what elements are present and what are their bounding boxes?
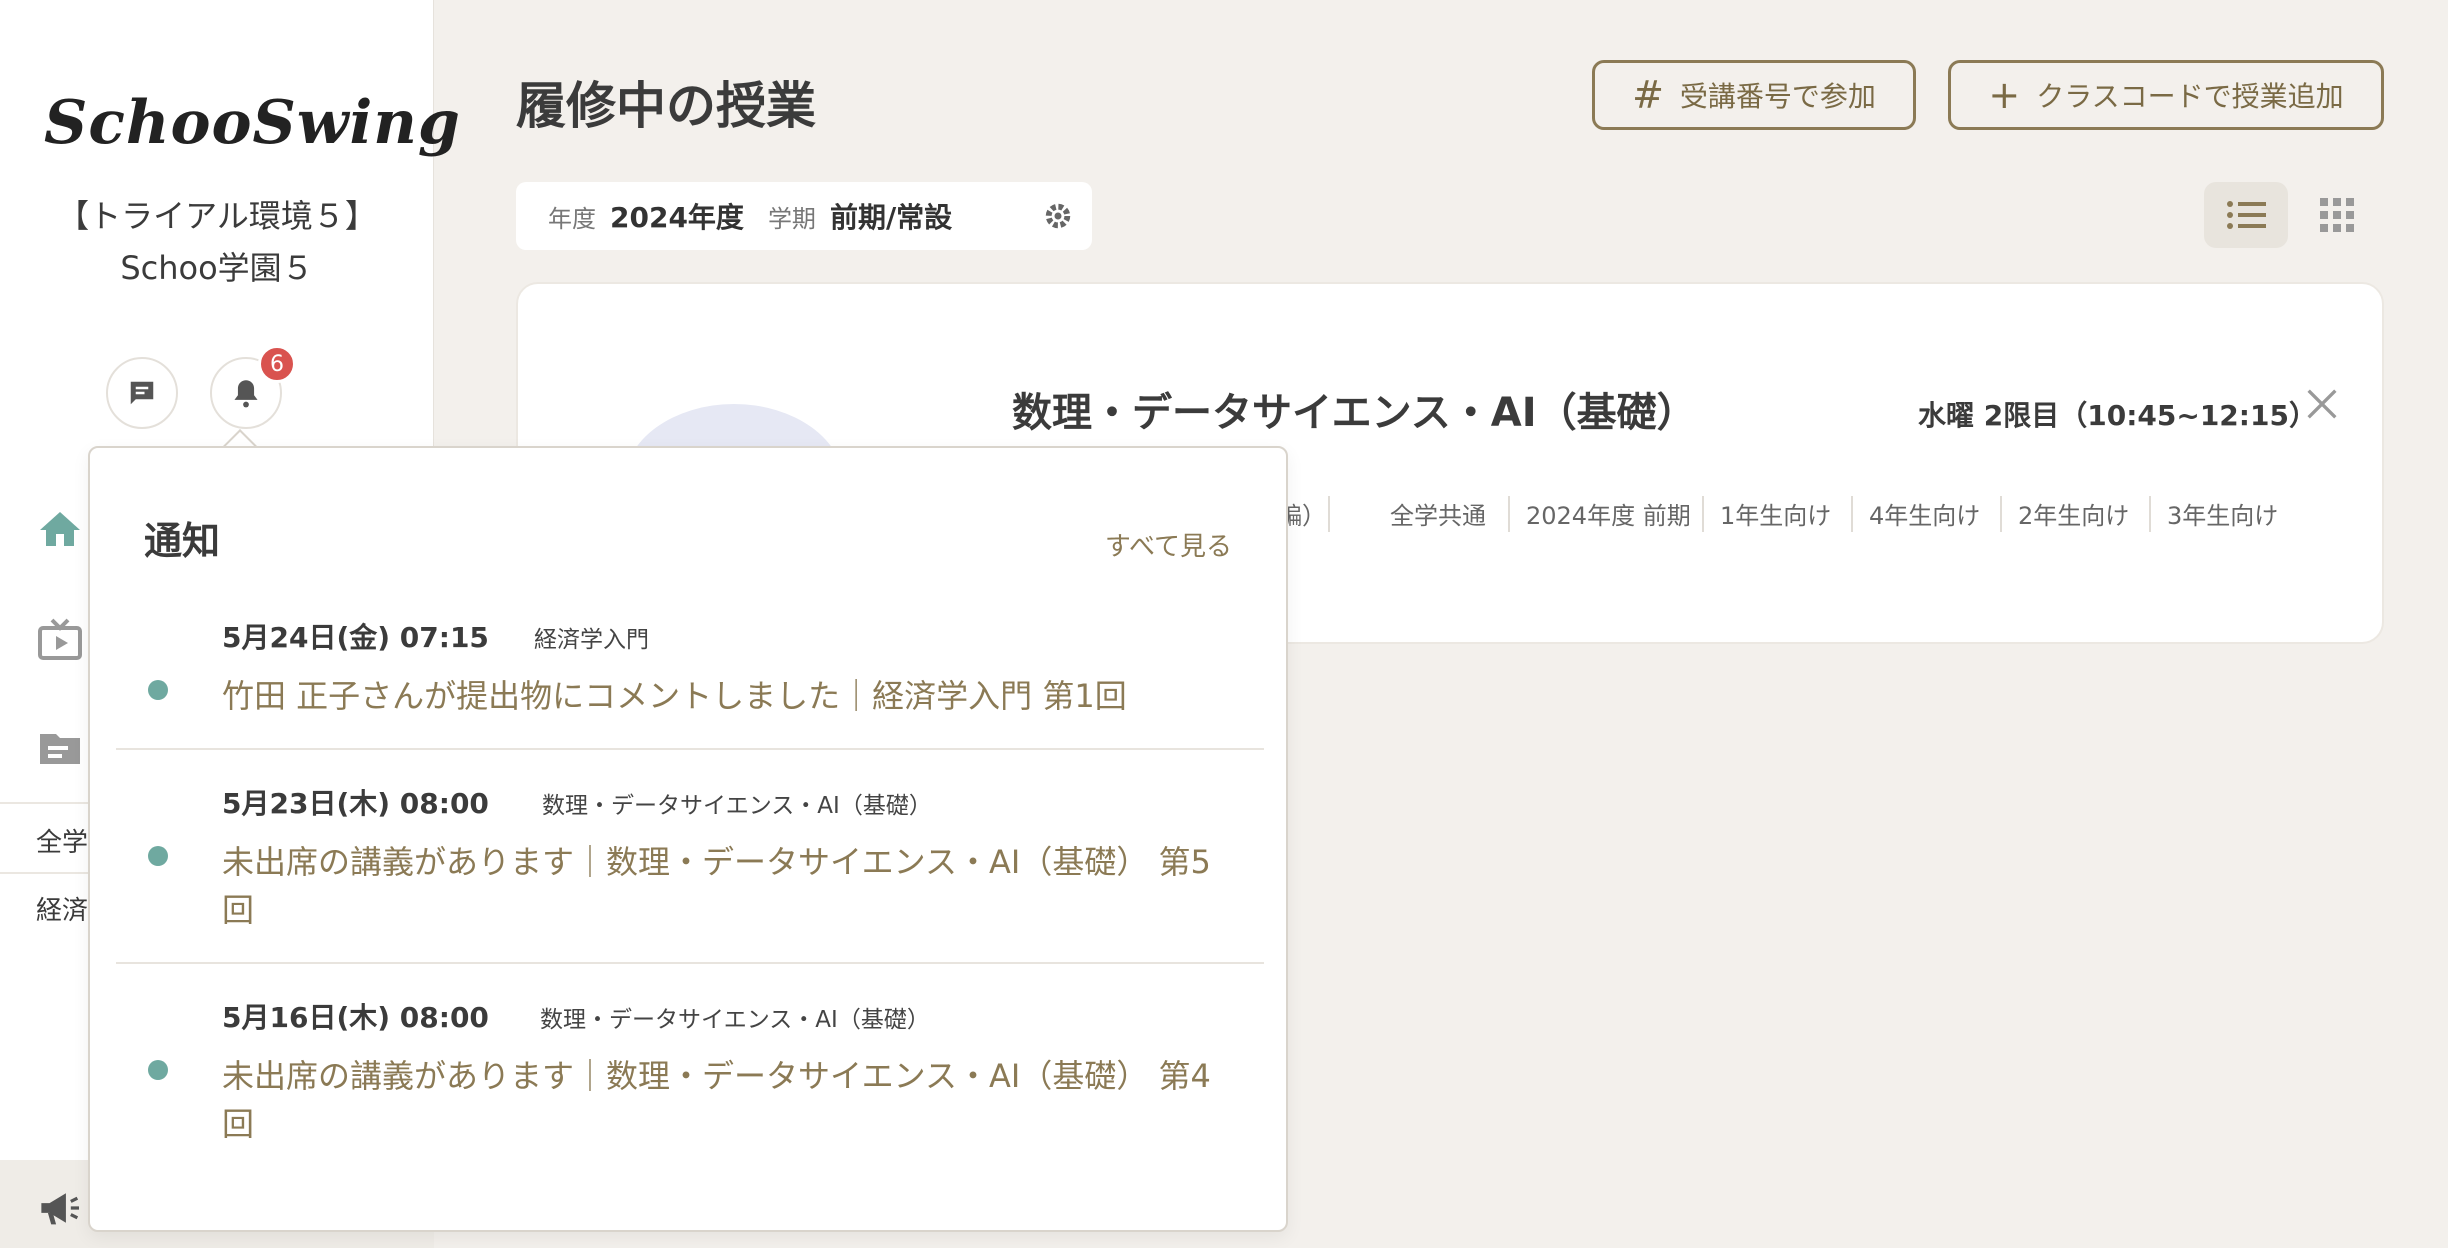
- chat-icon: [130, 381, 154, 405]
- list-icon: [2227, 201, 2266, 229]
- notification-message[interactable]: 竹田 正子さんが提出物にコメントしました｜経済学入門 第1回: [222, 672, 1222, 720]
- year-value: 2024年度: [610, 201, 744, 234]
- notification-item[interactable]: 5月23日(木) 08:00 数理・データサイエンス・AI（基礎） 未出席の講義…: [116, 782, 1264, 932]
- tag-divider: [1508, 496, 1510, 532]
- notification-date: 5月23日(木) 08:00: [222, 787, 489, 820]
- notification-item[interactable]: 5月16日(木) 08:00 数理・データサイエンス・AI（基礎） 未出席の講義…: [116, 996, 1264, 1146]
- page-title: 履修中の授業: [516, 77, 816, 135]
- notification-popup: 通知 すべて見る 5月24日(金) 07:15 経済学入門 竹田 正子さんが提出…: [88, 446, 1288, 1232]
- notification-course: 経済学入門: [534, 627, 649, 653]
- add-button-label: クラスコードで授業追加: [2036, 80, 2344, 113]
- course-tag: 1年生向け: [1720, 502, 1832, 530]
- notification-course: 数理・データサイエンス・AI（基礎）: [540, 1007, 930, 1033]
- messages-button[interactable]: [106, 357, 178, 429]
- tag-divider: [1702, 496, 1704, 532]
- year-label: 年度: [548, 204, 596, 233]
- join-button-label: 受講番号で参加: [1679, 80, 1876, 113]
- sidebar-category[interactable]: 全学: [36, 822, 88, 859]
- notification-divider: [116, 962, 1264, 964]
- tag-divider: [1851, 496, 1853, 532]
- term-label: 学期: [767, 204, 816, 233]
- folder-icon[interactable]: [36, 724, 84, 772]
- unread-dot: [148, 1060, 168, 1080]
- tag-divider: [2000, 496, 2002, 532]
- notification-date: 5月24日(金) 07:15: [222, 621, 489, 654]
- close-icon[interactable]: [2302, 384, 2342, 424]
- home-icon[interactable]: [36, 506, 84, 554]
- unread-dot: [148, 680, 168, 700]
- see-all-link[interactable]: すべて見る: [1105, 526, 1232, 563]
- course-title[interactable]: 数理・データサイエンス・AI（基礎）: [1012, 380, 1697, 438]
- tag-divider: [2149, 496, 2151, 532]
- megaphone-icon[interactable]: [38, 1190, 84, 1226]
- course-tag: 全学共通: [1390, 502, 1486, 530]
- unread-dot: [148, 846, 168, 866]
- notification-title: 通知: [144, 519, 221, 563]
- video-icon[interactable]: [36, 616, 84, 664]
- notification-message[interactable]: 未出席の講義があります｜数理・データサイエンス・AI（基礎） 第4回: [222, 1052, 1222, 1148]
- notification-count-badge: 6: [258, 345, 296, 383]
- hash-icon: #: [1632, 73, 1664, 117]
- course-schedule: 水曜 2限目（10:45~12:15）: [1918, 399, 2317, 432]
- course-tag: 3年生向け: [2167, 502, 2279, 530]
- term-filter[interactable]: 年度 2024年度 学期 前期/常設: [516, 182, 1092, 250]
- sidebar-category[interactable]: 経済: [36, 890, 88, 927]
- gear-icon[interactable]: [1044, 202, 1072, 230]
- grid-view-toggle[interactable]: [2304, 182, 2370, 248]
- notification-divider: [116, 748, 1264, 750]
- course-tag: 2024年度 前期: [1526, 502, 1691, 530]
- join-by-number-button[interactable]: # 受講番号で参加: [1592, 60, 1916, 130]
- notification-date: 5月16日(木) 08:00: [222, 1001, 489, 1034]
- term-value: 前期/常設: [829, 201, 953, 234]
- logo[interactable]: SchooSwing: [44, 88, 460, 168]
- course-tag: 4年生向け: [1869, 502, 1981, 530]
- tag-divider: [1328, 496, 1330, 532]
- bell-icon: [234, 380, 258, 408]
- list-view-toggle[interactable]: [2204, 182, 2288, 248]
- plus-icon: +: [1988, 73, 2021, 117]
- grid-icon: [2320, 198, 2354, 232]
- organization-name: 【トライアル環境５】Schoo学園５: [57, 197, 377, 287]
- course-tag: 2年生向け: [2018, 502, 2130, 530]
- add-class-code-button[interactable]: + クラスコードで授業追加: [1948, 60, 2384, 130]
- notification-message[interactable]: 未出席の講義があります｜数理・データサイエンス・AI（基礎） 第5回: [222, 838, 1222, 934]
- notification-item[interactable]: 5月24日(金) 07:15 経済学入門 竹田 正子さんが提出物にコメントしまし…: [116, 616, 1264, 715]
- notification-course: 数理・データサイエンス・AI（基礎）: [542, 793, 932, 819]
